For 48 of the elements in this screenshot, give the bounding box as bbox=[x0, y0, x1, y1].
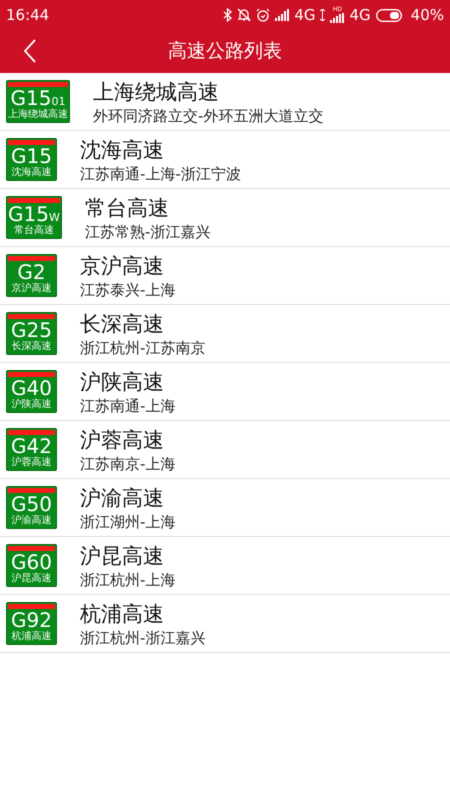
highway-row[interactable]: G50 沪渝高速 沪渝高速 浙江湖州-上海 bbox=[0, 479, 450, 537]
highway-name: 沪渝高速 bbox=[80, 484, 165, 512]
highway-name: 杭浦高速 bbox=[80, 600, 165, 628]
highway-route: 江苏南通-上海-浙江宁波 bbox=[80, 164, 241, 184]
highway-sign: G50 沪渝高速 bbox=[6, 486, 57, 529]
highway-route: 江苏南京-上海 bbox=[80, 454, 176, 474]
highway-route: 江苏南通-上海 bbox=[80, 396, 176, 416]
clock-time: 16:44 bbox=[6, 4, 50, 26]
highway-route: 外环同济路立交-外环五洲大道立交 bbox=[93, 106, 324, 126]
bluetooth-icon bbox=[223, 8, 232, 22]
highway-name: 常台高速 bbox=[84, 194, 170, 222]
highway-name: 长深高速 bbox=[80, 310, 165, 338]
highway-name: 上海绕城高速 bbox=[93, 78, 220, 106]
highway-sign: G42 沪蓉高速 bbox=[6, 428, 57, 471]
network-type: 4G bbox=[294, 4, 316, 26]
highway-name: 沪蓉高速 bbox=[80, 426, 165, 454]
page-title: 高速公路列表 bbox=[168, 40, 282, 62]
highway-route: 浙江杭州-江苏南京 bbox=[80, 338, 206, 358]
signal-icon bbox=[330, 13, 344, 23]
highway-route: 江苏泰兴-上海 bbox=[80, 280, 176, 300]
highway-row[interactable]: G60 沪昆高速 沪昆高速 浙江杭州-上海 bbox=[0, 537, 450, 595]
data-arrows-icon bbox=[320, 9, 326, 21]
highway-sign: G40 沪陕高速 bbox=[6, 370, 57, 413]
highway-name: 沪昆高速 bbox=[80, 542, 165, 570]
signal-icon bbox=[275, 9, 290, 21]
highway-route: 浙江杭州-浙江嘉兴 bbox=[80, 628, 206, 648]
highway-route: 江苏常熟-浙江嘉兴 bbox=[84, 222, 210, 242]
highway-name: 沪陕高速 bbox=[80, 368, 165, 396]
highway-name: 京沪高速 bbox=[80, 252, 165, 280]
highway-row[interactable]: G42 沪蓉高速 沪蓉高速 江苏南京-上海 bbox=[0, 421, 450, 479]
highway-sign: G25 长深高速 bbox=[6, 312, 57, 355]
highway-row[interactable]: G15 沈海高速 沈海高速 江苏南通-上海-浙江宁波 bbox=[0, 131, 450, 189]
battery-percent: 40% bbox=[410, 4, 444, 26]
highway-sign: G15 沈海高速 bbox=[6, 138, 57, 181]
highway-route: 浙江湖州-上海 bbox=[80, 512, 176, 532]
highway-row[interactable]: G2 京沪高速 京沪高速 江苏泰兴-上海 bbox=[0, 247, 450, 305]
highway-row[interactable]: G92 杭浦高速 杭浦高速 浙江杭州-浙江嘉兴 bbox=[0, 595, 450, 653]
highway-sign: G60 沪昆高速 bbox=[6, 544, 57, 587]
highway-row[interactable]: G40 沪陕高速 沪陕高速 江苏南通-上海 bbox=[0, 363, 450, 421]
highway-sign: G2 京沪高速 bbox=[6, 254, 57, 297]
highway-name: 沈海高速 bbox=[80, 136, 165, 164]
highway-route: 浙江杭州-上海 bbox=[80, 570, 176, 590]
highway-row[interactable]: G25 长深高速 长深高速 浙江杭州-江苏南京 bbox=[0, 305, 450, 363]
battery-icon bbox=[376, 8, 402, 22]
muted-bell-icon bbox=[237, 8, 252, 22]
highway-sign: G92 杭浦高速 bbox=[6, 602, 57, 645]
network-type: 4G bbox=[349, 4, 371, 26]
alarm-clock-icon bbox=[256, 8, 270, 22]
